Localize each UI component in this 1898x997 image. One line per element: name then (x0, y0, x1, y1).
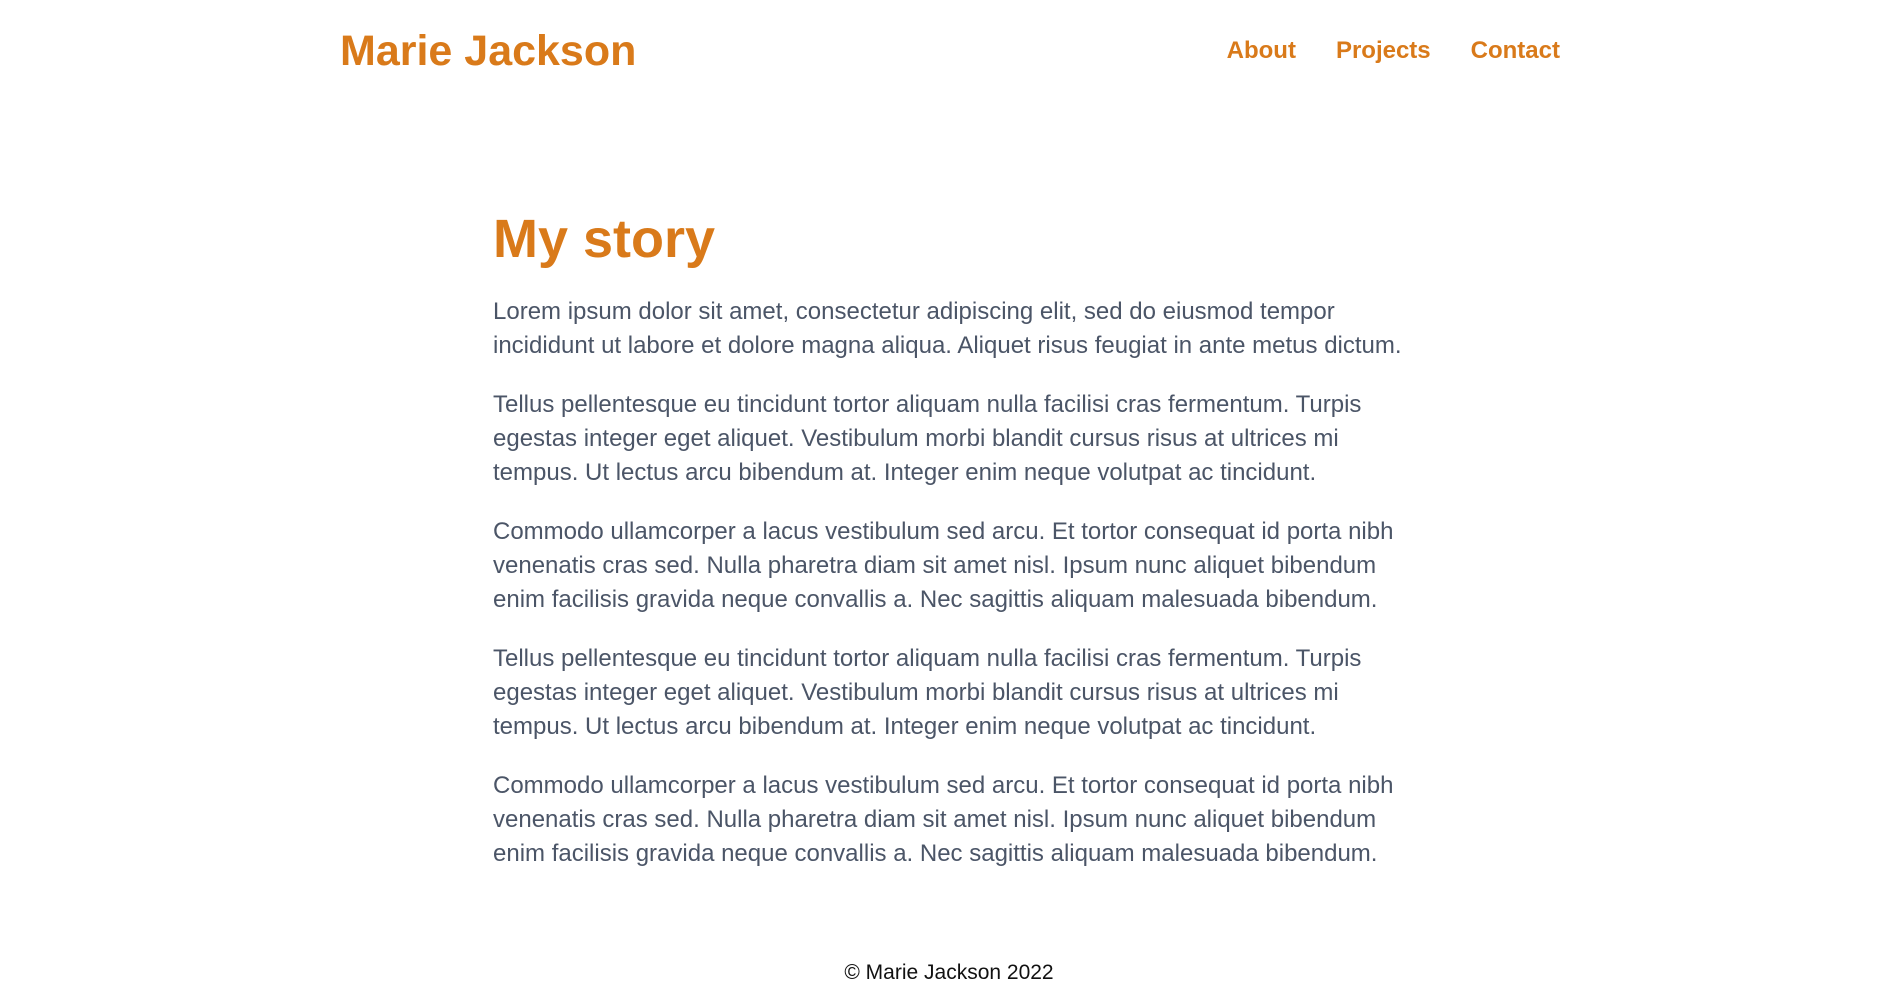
story-paragraph-5: Commodo ullamcorper a lacus vestibulum s… (493, 772, 1394, 867)
story-paragraph-4: Tellus pellentesque eu tincidunt tortor … (493, 645, 1362, 740)
nav-contact-link[interactable]: Contact (1471, 36, 1560, 66)
story-paragraph-3: Commodo ullamcorper a lacus vestibulum s… (493, 518, 1394, 613)
nav-about-link[interactable]: About (1227, 36, 1296, 66)
site-header: Marie Jackson About Projects Contact (0, 0, 1898, 100)
page-title: My story (493, 209, 716, 269)
site-footer: © Marie Jackson 2022 (844, 961, 1054, 984)
nav-projects-link[interactable]: Projects (1336, 36, 1431, 66)
main-nav: About Projects Contact (1227, 36, 1560, 66)
story-paragraph-1: Lorem ipsum dolor sit amet, consectetur … (493, 298, 1402, 359)
story-section: My story Lorem ipsum dolor sit amet, con… (493, 205, 1423, 896)
site-title-link[interactable]: Marie Jackson (340, 24, 636, 78)
story-paragraph-2: Tellus pellentesque eu tincidunt tortor … (493, 391, 1362, 486)
